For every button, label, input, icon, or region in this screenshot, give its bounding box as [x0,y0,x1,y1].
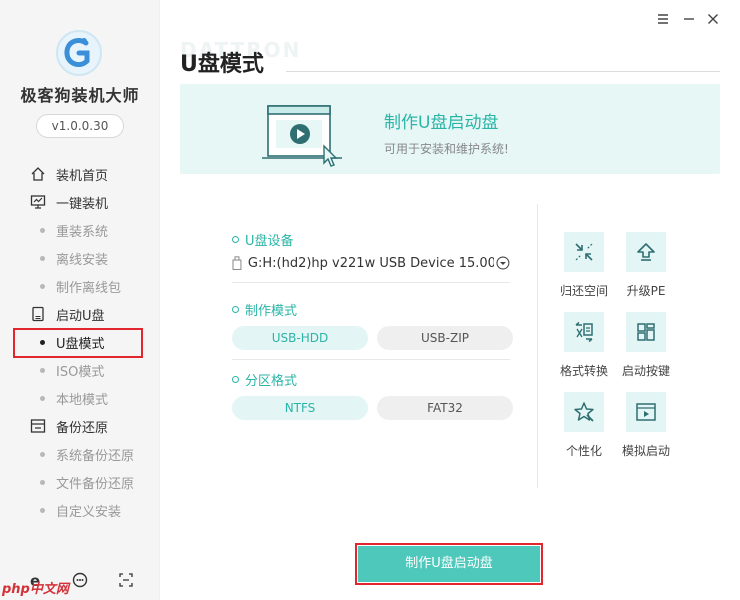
usb-device-select[interactable]: G:H:(hd2)hp v221w USB Device 15.00G [232,252,510,274]
partition-format-label: 分区格式 [232,370,297,389]
video-player-illustration-icon [262,105,342,167]
format-convert-icon [564,312,604,352]
sidebar-item-label: 装机首页 [56,168,109,184]
menu-icon[interactable] [656,12,670,26]
sidebar-item-label: 启动U盘 [56,308,105,324]
option-usb-hdd[interactable]: USB-HDD [232,326,368,350]
bullet-dot [40,479,45,485]
ring-bullet-icon [232,236,239,243]
section-label-text: U盘设备 [245,234,294,249]
simulate-boot-icon [626,392,666,432]
divider [232,359,510,360]
overlay-watermark: php中文网 [2,582,69,597]
banner-title: 制作U盘启动盘 [384,113,499,133]
app-name: 极客狗装机大师 [20,86,140,105]
sidebar-item-iso-mode[interactable]: ISO模式 [0,356,160,384]
bullet-dot [40,255,45,261]
sidebar-item-custom-install[interactable]: 自定义安装 [0,496,160,524]
tool-simulate-boot[interactable]: 模拟启动 [616,392,676,459]
usb-device-value: G:H:(hd2)hp v221w USB Device 15.00G [247,255,495,271]
boot-key-icon [626,312,666,352]
usb-drive-icon [30,306,46,322]
close-icon[interactable] [706,12,720,26]
sidebar-item-offline-install[interactable]: 离线安装 [0,244,160,272]
sidebar-item-label: 重装系统 [56,224,109,240]
version-badge: v1.0.0.30 [36,114,124,138]
make-mode-label: 制作模式 [232,300,297,319]
ring-bullet-icon [232,306,239,313]
tool-upgrade-pe[interactable]: 升级PE [616,232,676,299]
section-label-text: 制作模式 [245,304,298,319]
bullet-dot [40,283,45,289]
monitor-icon [30,194,46,210]
sidebar-item-reinstall-system[interactable]: 重装系统 [0,216,160,244]
tool-label: 格式转换 [559,364,608,378]
tool-label: 启动按键 [621,364,670,378]
bullet-dot [40,395,45,401]
shrink-icon [564,232,604,272]
upgrade-icon [626,232,666,272]
sidebar-item-home[interactable]: 装机首页 [0,160,160,188]
app-logo-icon [56,30,102,76]
banner: 制作U盘启动盘 可用于安装和维护系统! [180,84,720,174]
sidebar-item-label: 一键装机 [56,196,109,212]
sidebar-item-one-click-install[interactable]: 一键装机 [0,188,160,216]
sidebar-item-file-backup[interactable]: 文件备份还原 [0,468,160,496]
bullet-dot [40,367,45,373]
banner-subtitle: 可用于安装和维护系统! [384,142,509,156]
sidebar-item-label: 备份还原 [56,420,109,436]
title-divider [286,71,720,72]
ring-bullet-icon [232,376,239,383]
chevron-down-icon[interactable] [496,256,510,270]
sidebar-item-make-offline-package[interactable]: 制作离线包 [0,272,160,300]
sidebar-item-boot-usb[interactable]: 启动U盘 [0,300,160,328]
tool-label: 个性化 [565,444,602,458]
fullscreen-icon[interactable] [118,572,134,588]
sidebar-item-label: 自定义安装 [56,504,122,520]
backup-icon [30,418,46,434]
sidebar-item-system-backup[interactable]: 系统备份还原 [0,440,160,468]
option-usb-zip[interactable]: USB-ZIP [377,326,513,350]
bullet-dot [40,451,45,457]
tool-label: 升级PE [626,284,666,298]
personalize-icon [564,392,604,432]
sidebar-item-label: 系统备份还原 [56,448,135,464]
sidebar-item-label: 离线安装 [56,252,109,268]
sidebar-item-backup-restore[interactable]: 备份还原 [0,412,160,440]
option-ntfs[interactable]: NTFS [232,396,368,420]
sidebar-item-label: 制作离线包 [56,280,122,296]
minimize-icon[interactable] [682,12,696,26]
sidebar-item-label: ISO模式 [56,364,105,380]
home-icon [30,166,46,182]
tool-boot-key[interactable]: 启动按键 [616,312,676,379]
tool-format-convert[interactable]: 格式转换 [554,312,614,379]
tool-personalize[interactable]: 个性化 [554,392,614,459]
sidebar: 极客狗装机大师 v1.0.0.30 装机首页 一键装机 重装系统 离线安装 制作… [0,0,160,600]
sidebar-item-local-mode[interactable]: 本地模式 [0,384,160,412]
tool-label: 模拟启动 [621,444,670,458]
tool-label: 归还空间 [559,284,608,298]
usb-stick-icon [232,256,242,270]
bullet-dot [40,507,45,513]
sidebar-item-label: 本地模式 [56,392,109,408]
usb-device-label: U盘设备 [232,230,294,249]
chat-icon[interactable] [72,572,88,588]
active-item-highlight [13,328,143,358]
bullet-dot [40,227,45,233]
vertical-divider [537,204,538,488]
make-usb-boot-disk-button[interactable]: 制作U盘启动盘 [358,546,540,582]
tool-reclaim-space[interactable]: 归还空间 [554,232,614,299]
option-fat32[interactable]: FAT32 [377,396,513,420]
section-label-text: 分区格式 [245,374,298,389]
divider [232,282,510,283]
sidebar-item-label: 文件备份还原 [56,476,135,492]
page-title: U盘模式 [180,52,264,77]
